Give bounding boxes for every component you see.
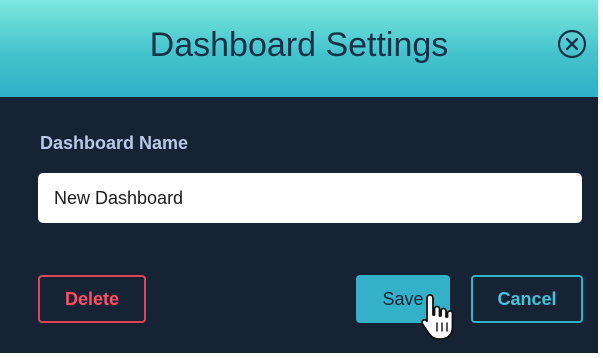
cancel-button[interactable]: Cancel: [471, 275, 583, 323]
dialog-title: Dashboard Settings: [149, 26, 449, 64]
close-circle-icon: [557, 29, 587, 59]
save-button[interactable]: Save: [356, 275, 450, 323]
dialog-header: Dashboard Settings: [0, 0, 598, 97]
dashboard-name-input[interactable]: [38, 173, 582, 223]
close-button[interactable]: [556, 28, 588, 60]
delete-button[interactable]: Delete: [38, 275, 146, 323]
dashboard-name-label: Dashboard Name: [40, 133, 189, 153]
dashboard-settings-dialog: Dashboard Settings Dashboard Name Delete…: [0, 0, 598, 353]
